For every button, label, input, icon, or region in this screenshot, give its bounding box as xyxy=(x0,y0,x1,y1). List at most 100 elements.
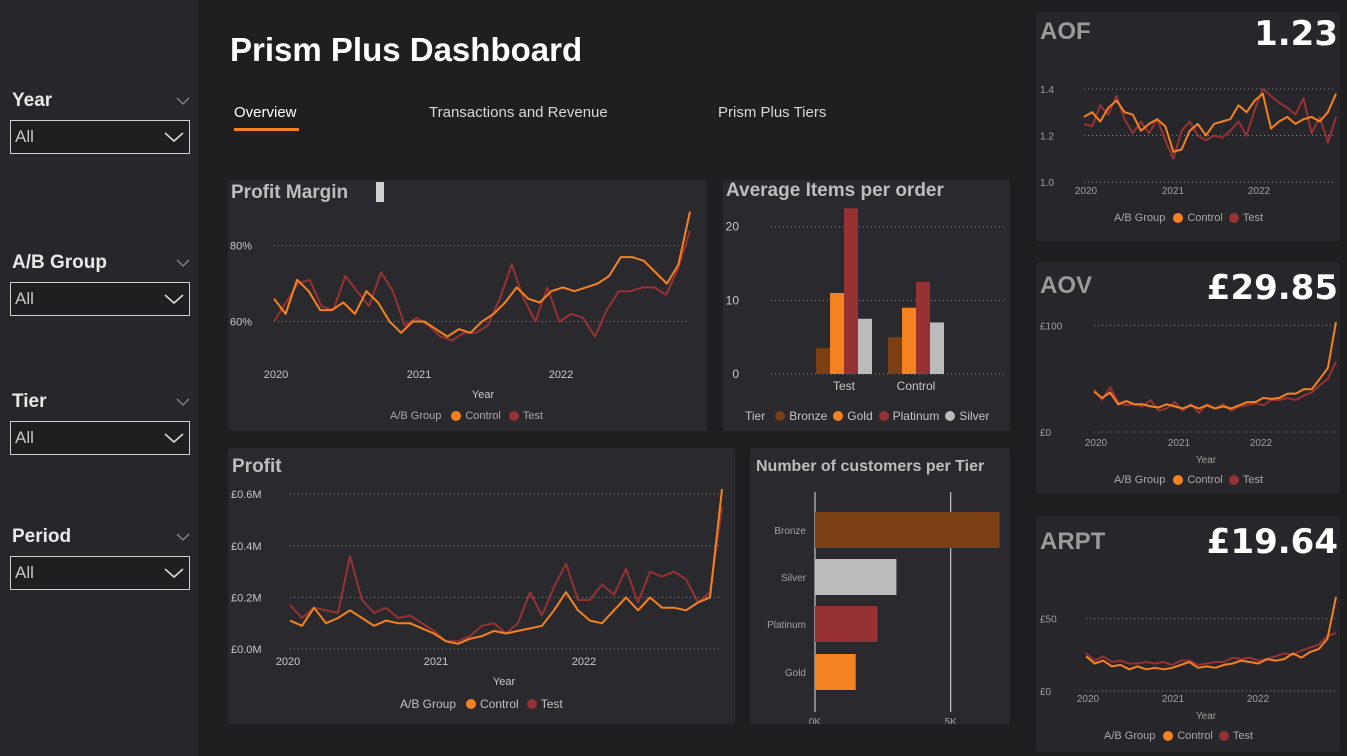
x-tick-label: 2021 xyxy=(407,369,431,381)
legend-test-swatch xyxy=(1228,213,1239,223)
legend-bronze-label: Bronze xyxy=(789,409,828,423)
x-tick-label: 2022 xyxy=(1250,438,1273,449)
period-dropdown-value: All xyxy=(15,563,34,582)
bar-platinum-test xyxy=(844,208,858,374)
year-dropdown[interactable]: All xyxy=(10,120,190,154)
aof-legend: A/B Group Control Test xyxy=(1114,212,1263,224)
legend-test-label: Test xyxy=(540,697,563,711)
x-tick-label: 2021 xyxy=(1162,694,1185,705)
profit-margin-card: Profit Margin 60% 80% 2020 2021 2022 Year A/B… xyxy=(228,180,707,431)
bar-silver-test xyxy=(858,318,872,374)
profit-margin-chart[interactable]: 60% 80% 2020 2021 2022 Year xyxy=(228,180,707,431)
legend-test-swatch xyxy=(526,699,537,709)
period-dropdown[interactable]: All xyxy=(10,556,190,590)
tier-dropdown[interactable]: All xyxy=(10,421,190,455)
y-tick-label: £0 xyxy=(1040,428,1052,439)
aov-chart[interactable]: £0 £100 2020 2021 2022 Year xyxy=(1036,262,1340,494)
tab-overview[interactable]: Overview xyxy=(234,104,297,121)
dashboard-root: Year All A/B Group All Tier All Period A… xyxy=(0,0,1347,756)
year-slicer: Year All xyxy=(10,90,190,154)
avg-items-card: Average Items per order 0 10 20 Test Control… xyxy=(723,180,1010,431)
x-axis-title: Year xyxy=(1196,711,1217,722)
bar-bronze-control xyxy=(888,337,902,374)
y-tick-label: 20 xyxy=(726,220,740,234)
chevron-down-icon[interactable] xyxy=(176,530,190,544)
legend-control-swatch xyxy=(451,411,462,421)
y-tick-label: 1.0 xyxy=(1040,178,1054,189)
legend-platinum-swatch xyxy=(878,411,889,421)
year-slicer-title: Year xyxy=(12,90,53,111)
series-line-test xyxy=(289,506,723,643)
legend-test-swatch xyxy=(1218,731,1229,741)
kpi-column: AOF 1.23 1.0 1.2 1.4 2020 2021 2022 A/B Group… xyxy=(1026,0,1347,756)
profit-margin-legend: A/B Group Control Test xyxy=(390,410,543,422)
legend-control-label: Control xyxy=(1187,212,1223,224)
avg-items-chart[interactable]: 0 10 20 Test Control xyxy=(723,180,1010,431)
chevron-down-icon[interactable] xyxy=(176,256,190,270)
x-tick-label: 2021 xyxy=(1162,186,1185,197)
bar-gold-test xyxy=(830,293,844,374)
ab-group-dropdown-value: All xyxy=(15,289,34,308)
y-tick-label: 10 xyxy=(726,293,740,307)
filter-sidebar: Year All A/B Group All Tier All Period A… xyxy=(0,0,198,756)
legend-platinum-label: Platinum xyxy=(892,409,940,423)
y-tick-label: 80% xyxy=(230,241,252,253)
ab-group-dropdown[interactable]: All xyxy=(10,282,190,316)
legend-gold-swatch xyxy=(833,411,844,421)
x-tick-label: 5K xyxy=(945,717,958,724)
chevron-down-icon xyxy=(164,433,184,444)
aof-chart[interactable]: 1.0 1.2 1.4 2020 2021 2022 xyxy=(1036,12,1340,241)
legend-control-swatch xyxy=(466,699,477,709)
arpt-chart[interactable]: £0 £50 2020 2021 2022 Year xyxy=(1036,516,1340,752)
legend-control-swatch xyxy=(1173,213,1184,223)
tier-slicer-title: Tier xyxy=(12,391,47,412)
bar-bronze xyxy=(815,512,1000,548)
chevron-down-icon[interactable] xyxy=(176,94,190,108)
y-tick-label: 1.2 xyxy=(1040,132,1054,143)
chevron-down-icon xyxy=(164,294,184,305)
avg-items-legend: Tier Bronze Gold Platinum Silver xyxy=(745,409,989,423)
y-tick-label: Platinum xyxy=(767,620,806,631)
x-axis-title: Year xyxy=(1196,455,1217,466)
series-line-test xyxy=(1093,361,1337,414)
customers-per-tier-chart[interactable]: 0K 5K Bronze Silver Platinum Gold xyxy=(750,448,1010,724)
legend-test-swatch xyxy=(1228,475,1239,485)
x-tick-label: 0K xyxy=(809,717,822,724)
arpt-kpi-card: ARPT £19.64 £0 £50 2020 2021 2022 Year A/B Gr… xyxy=(1036,516,1340,752)
legend-title: A/B Group xyxy=(390,410,442,422)
series-line-control xyxy=(289,488,723,645)
x-tick-label: 2020 xyxy=(1077,694,1100,705)
legend-test-label: Test xyxy=(522,410,544,422)
x-axis-title: Year xyxy=(472,389,495,401)
year-dropdown-value: All xyxy=(15,127,34,146)
series-line-control xyxy=(1083,92,1337,153)
y-tick-label: £0.4M xyxy=(231,541,262,553)
bar-silver-control xyxy=(930,322,944,374)
bar-silver xyxy=(815,559,897,595)
x-tick-label: 2021 xyxy=(424,656,448,668)
y-tick-label: 60% xyxy=(230,316,252,328)
legend-control-swatch xyxy=(1163,731,1174,741)
period-slicer: Period All xyxy=(10,526,190,590)
legend-control-label: Control xyxy=(480,697,519,711)
legend-test-label: Test xyxy=(1232,730,1254,742)
tab-prism-plus-tiers[interactable]: Prism Plus Tiers xyxy=(718,104,826,121)
bar-gold xyxy=(815,654,856,690)
legend-test-label: Test xyxy=(1242,212,1264,224)
legend-test-label: Test xyxy=(1242,474,1264,486)
bar-platinum xyxy=(815,606,878,642)
tier-slicer: Tier All xyxy=(10,391,190,455)
x-tick-label: 2020 xyxy=(264,369,288,381)
chevron-down-icon xyxy=(164,568,184,579)
period-slicer-title: Period xyxy=(12,526,72,547)
profit-legend: A/B Group Control Test xyxy=(400,697,563,711)
legend-title: A/B Group xyxy=(1114,474,1166,486)
chevron-down-icon[interactable] xyxy=(176,395,190,409)
chevron-down-icon xyxy=(164,132,184,143)
tab-transactions-and-revenue[interactable]: Transactions and Revenue xyxy=(429,104,608,121)
legend-control-label: Control xyxy=(1177,730,1213,742)
x-tick-label: Control xyxy=(897,379,936,393)
profit-chart[interactable]: £0.0M £0.2M £0.4M £0.6M 2020 2021 2022 Year xyxy=(228,448,735,724)
y-tick-label: 1.4 xyxy=(1040,85,1054,96)
x-tick-label: 2022 xyxy=(1248,186,1271,197)
